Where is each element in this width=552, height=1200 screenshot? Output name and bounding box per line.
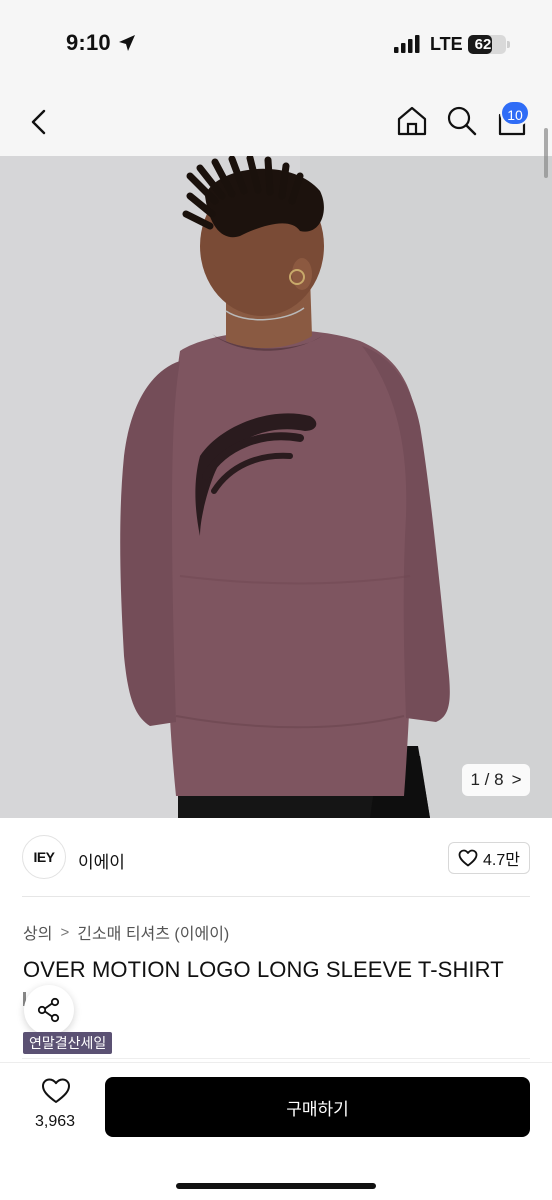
top-nav	[0, 88, 552, 156]
bottom-bar: 3,963 구매하기	[0, 1062, 552, 1200]
brand-like-button[interactable]: 4.7만	[448, 842, 530, 874]
home-indicator	[176, 1183, 376, 1189]
chevron-right-icon: >	[511, 770, 522, 789]
back-button[interactable]	[24, 104, 56, 140]
status-time: 9:10	[66, 30, 111, 55]
breadcrumb-item[interactable]: 긴소매 티셔츠 (이에이)	[77, 920, 229, 944]
divider	[22, 1058, 530, 1059]
back-icon	[31, 109, 46, 135]
product-image[interactable]	[0, 156, 552, 818]
breadcrumb: 상의 > 긴소매 티셔츠 (이에이)	[23, 920, 229, 944]
product-title: OVER MOTION LOGO LONG SLEEVE T-SHIRT	[23, 957, 504, 982]
heart-icon	[458, 849, 478, 867]
brand-logo[interactable]: IEY	[22, 835, 66, 879]
chevron-right-icon: >	[60, 923, 70, 941]
heart-icon	[42, 1078, 70, 1103]
sale-badge: 연말결산세일	[23, 1032, 113, 1054]
network-label: LTE	[430, 34, 463, 54]
share-button[interactable]	[24, 985, 74, 1035]
search-icon	[447, 106, 477, 136]
status-bar: 9:10 LTE 62	[0, 0, 552, 88]
scroll-indicator	[544, 128, 548, 178]
pager-text: 1 / 8	[470, 770, 504, 789]
share-icon	[37, 997, 60, 1023]
signal-icon	[394, 35, 420, 53]
battery-level: 62	[474, 36, 492, 53]
buy-button[interactable]: 구매하기	[105, 1077, 530, 1137]
search-button[interactable]	[444, 103, 480, 139]
wishlist-button[interactable]	[28, 1077, 84, 1105]
brand-like-count: 4.7만	[483, 852, 520, 869]
battery-tip	[507, 41, 510, 48]
product-photo	[0, 156, 552, 818]
battery-icon: 62	[468, 35, 506, 54]
brand-row: IEY 이에이 4.7만	[0, 818, 552, 898]
breadcrumb-item[interactable]: 상의	[23, 920, 52, 944]
home-icon	[397, 106, 427, 136]
divider	[22, 896, 530, 897]
image-pager[interactable]: 1 / 8 >	[462, 764, 530, 796]
home-button[interactable]	[394, 103, 430, 139]
location-arrow-icon	[119, 35, 135, 51]
wishlist-count: 3,963	[34, 1113, 76, 1130]
cart-count-badge: 10	[500, 100, 530, 126]
brand-name[interactable]: 이에이	[78, 848, 125, 873]
